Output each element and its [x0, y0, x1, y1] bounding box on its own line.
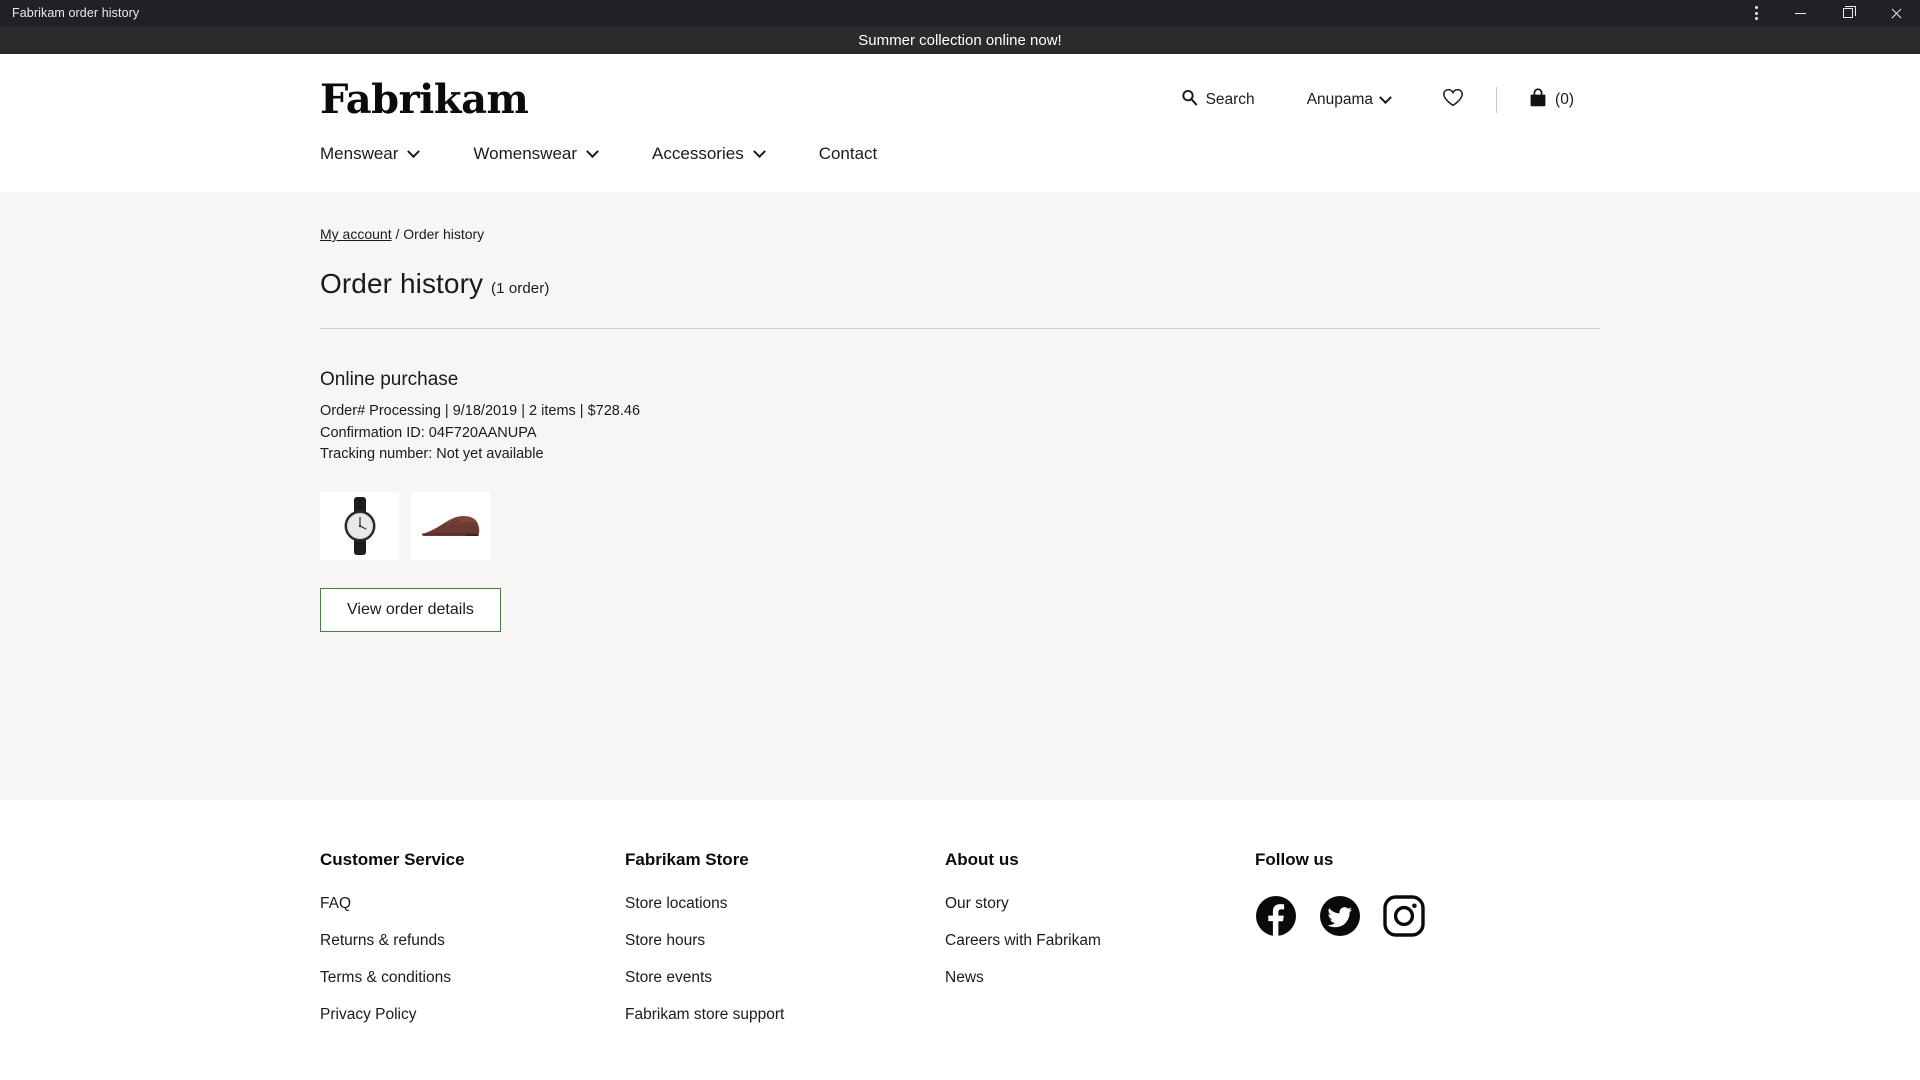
- shopping-bag-count: (0): [1555, 91, 1574, 108]
- footer-heading: Customer Service: [320, 850, 465, 869]
- search-label: Search: [1205, 91, 1255, 108]
- breadcrumb-link-my-account[interactable]: My account: [320, 226, 392, 242]
- page-title-text: Order history: [320, 268, 484, 299]
- order-card: Online purchase Order# Processing | 9/18…: [320, 329, 1600, 632]
- facebook-icon[interactable]: [1255, 895, 1297, 937]
- header-top-row: Fabrikam Search Anupama (0): [320, 80, 1600, 120]
- search-icon: [1181, 89, 1198, 111]
- footer-heading: About us: [945, 850, 1019, 869]
- footer-column-follow-us: Follow us: [1255, 850, 1600, 1043]
- chevron-down-icon: [752, 144, 766, 158]
- order-confirmation-id: Confirmation ID: 04F720AANUPA: [320, 424, 537, 441]
- nav-item-label: Menswear: [320, 144, 399, 163]
- footer-link-news[interactable]: News: [945, 969, 984, 987]
- footer-link-store-support[interactable]: Fabrikam store support: [625, 1006, 784, 1024]
- footer-link-our-story[interactable]: Our story: [945, 895, 1009, 913]
- footer-link-terms-conditions[interactable]: Terms & conditions: [320, 969, 451, 987]
- minimize-button[interactable]: [1776, 0, 1824, 26]
- chevron-down-icon: [1379, 90, 1392, 104]
- window-controls: [1736, 0, 1920, 26]
- footer-heading: Fabrikam Store: [625, 850, 749, 869]
- main-nav: Menswear Womenswear Accessories Contact: [320, 120, 1600, 192]
- footer-link-privacy-policy[interactable]: Privacy Policy: [320, 1006, 416, 1024]
- browser-titlebar: Fabrikam order history: [0, 0, 1920, 26]
- main-content: My account / Order history Order history…: [0, 192, 1920, 800]
- nav-item-womenswear[interactable]: Womenswear: [473, 144, 599, 164]
- site-logo[interactable]: Fabrikam: [320, 80, 529, 120]
- site-footer: Customer Service FAQ Returns & refunds T…: [0, 800, 1920, 1080]
- page-root: Fabrikam Search Anupama (0) Menswear Wom…: [0, 54, 1920, 1080]
- order-summary: Order# Processing | 9/18/2019 | 2 items …: [320, 403, 641, 419]
- footer-column-fabrikam-store: Fabrikam Store Store locations Store hou…: [625, 850, 945, 1043]
- footer-link-careers[interactable]: Careers with Fabrikam: [945, 932, 1101, 950]
- maximize-button[interactable]: [1824, 0, 1872, 26]
- utility-divider: [1496, 87, 1498, 113]
- nav-item-contact[interactable]: Contact: [819, 144, 878, 164]
- breadcrumb: My account / Order history: [320, 226, 1600, 268]
- search-button[interactable]: Search: [1155, 83, 1281, 117]
- wristwatch-thumbnail[interactable]: [320, 491, 399, 560]
- shopping-bag-button[interactable]: (0): [1503, 82, 1600, 119]
- dress-shoe-thumbnail[interactable]: [411, 491, 490, 560]
- promo-banner: Summer collection online now!: [0, 26, 1920, 54]
- utility-nav: Search Anupama (0): [1155, 82, 1600, 119]
- site-header: Fabrikam Search Anupama (0) Menswear Wom…: [0, 54, 1920, 192]
- nav-item-label: Womenswear: [473, 144, 578, 163]
- order-item-thumbnails: [320, 491, 1600, 560]
- footer-heading: Follow us: [1255, 850, 1334, 869]
- footer-column-customer-service: Customer Service FAQ Returns & refunds T…: [320, 850, 625, 1043]
- browser-menu-icon[interactable]: [1736, 0, 1776, 26]
- footer-link-store-locations[interactable]: Store locations: [625, 895, 728, 913]
- nav-item-menswear[interactable]: Menswear: [320, 144, 421, 164]
- promo-banner-text: Summer collection online now!: [858, 31, 1062, 49]
- order-count: (1 order): [491, 280, 550, 297]
- shopping-bag-icon: [1529, 87, 1547, 113]
- heart-icon: [1442, 88, 1464, 113]
- order-heading: Online purchase: [320, 369, 459, 390]
- nav-item-label: Contact: [818, 144, 878, 163]
- view-order-details-button[interactable]: View order details: [320, 587, 501, 632]
- social-links: [1255, 895, 1600, 937]
- chevron-down-icon: [586, 144, 599, 158]
- account-label: Anupama: [1306, 91, 1374, 108]
- footer-link-store-hours[interactable]: Store hours: [625, 932, 705, 950]
- nav-item-accessories[interactable]: Accessories: [652, 144, 766, 164]
- wishlist-button[interactable]: [1416, 82, 1490, 119]
- twitter-icon[interactable]: [1319, 895, 1361, 937]
- account-menu[interactable]: Anupama: [1281, 85, 1416, 115]
- nav-item-label: Accessories: [652, 144, 744, 163]
- footer-column-about-us: About us Our story Careers with Fabrikam…: [945, 850, 1255, 1043]
- instagram-icon[interactable]: [1383, 895, 1425, 937]
- page-title: Order history (1 order): [320, 268, 1600, 300]
- close-button[interactable]: [1872, 0, 1920, 26]
- footer-link-faq[interactable]: FAQ: [320, 895, 351, 913]
- footer-link-returns-refunds[interactable]: Returns & refunds: [320, 932, 445, 950]
- order-tracking-number: Tracking number: Not yet available: [320, 446, 544, 463]
- footer-link-store-events[interactable]: Store events: [625, 969, 712, 987]
- chevron-down-icon: [407, 144, 421, 158]
- window-title: Fabrikam order history: [12, 6, 140, 20]
- breadcrumb-current: Order history: [403, 226, 485, 242]
- breadcrumb-separator: /: [391, 226, 404, 242]
